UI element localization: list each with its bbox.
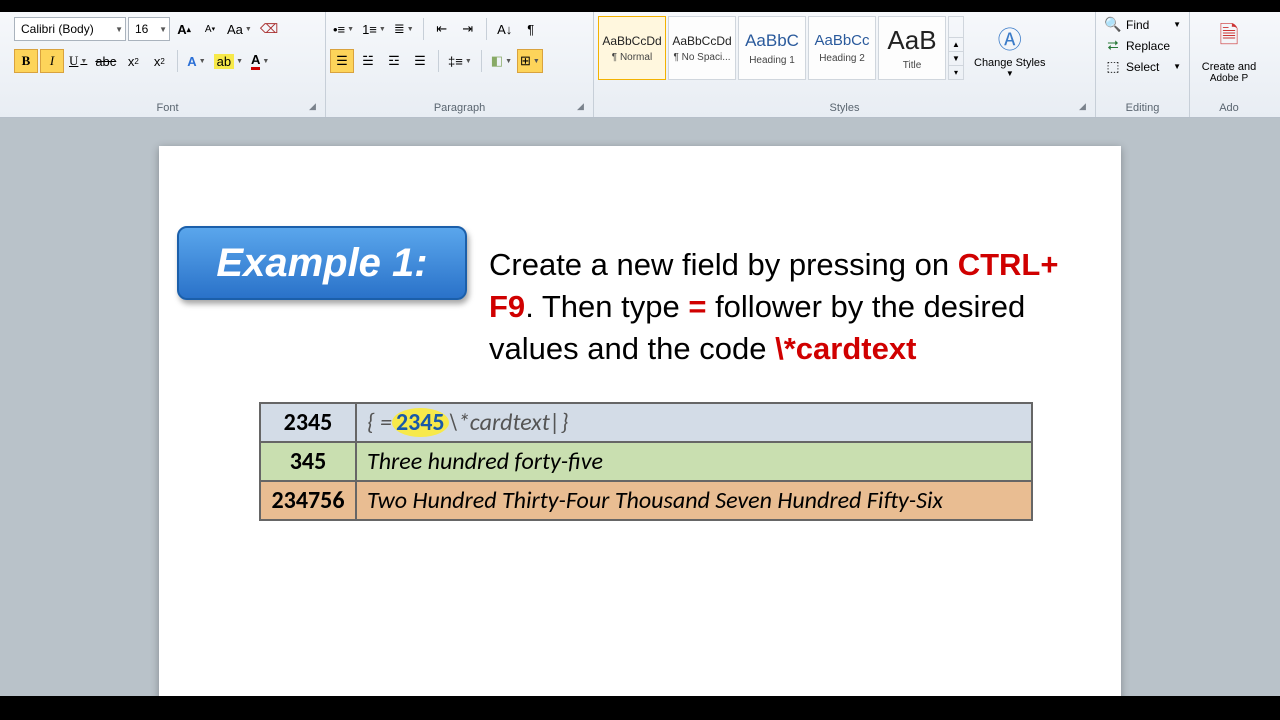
font-color-button[interactable]: A▼ (248, 49, 272, 73)
table-row[interactable]: 234756 Two Hundred Thirty-Four Thousand … (260, 481, 1032, 520)
align-right-button[interactable]: ☲ (382, 49, 406, 73)
cell-text: Two Hundred Thirty-Four Thousand Seven H… (356, 481, 1032, 520)
numbering-button[interactable]: 1≡▼ (359, 17, 389, 41)
italic-button[interactable]: I (40, 49, 64, 73)
show-marks-button[interactable]: ¶ (519, 17, 543, 41)
group-font-label: Font (14, 100, 321, 117)
grow-font-button[interactable]: A▴ (172, 17, 196, 41)
decrease-indent-button[interactable]: ⇤ (430, 17, 454, 41)
group-paragraph-label: Paragraph (330, 100, 589, 117)
borders-button[interactable]: ⊞▼ (517, 49, 543, 73)
table-row[interactable]: 345 Three hundred forty-five (260, 442, 1032, 481)
change-case-button[interactable]: Aa▼ (224, 17, 255, 41)
increase-indent-button[interactable]: ⇥ (456, 17, 480, 41)
bold-button[interactable]: B (14, 49, 38, 73)
select-button[interactable]: ⬚ Select ▼ (1100, 56, 1185, 77)
cell-number: 2345 (260, 403, 356, 442)
cell-text: Three hundred forty-five (356, 442, 1032, 481)
cardtext-table: 2345 { =2345\*cardtext|} 345 Three hundr… (259, 402, 1033, 521)
group-editing-label: Editing (1100, 100, 1185, 117)
change-styles-button[interactable]: Ⓐ Change Styles ▼ (968, 16, 1052, 82)
document-page[interactable]: Example 1: Create a new field by pressin… (159, 146, 1121, 696)
shading-button[interactable]: ◧▼ (488, 49, 515, 73)
group-adobe: 🗎 Create and Adobe P Ado (1190, 12, 1268, 117)
style-nospacing[interactable]: AaBbCcDd ¶ No Spaci... (668, 16, 736, 80)
font-family-combo[interactable]: Calibri (Body)▼ (14, 17, 126, 41)
style-gallery-more[interactable]: ▲▼▾ (948, 16, 964, 80)
table-row[interactable]: 2345 { =2345\*cardtext|} (260, 403, 1032, 442)
strike-button[interactable]: abc (92, 49, 119, 73)
pdf-icon: 🗎 (1219, 18, 1238, 59)
underline-button[interactable]: U▼ (66, 49, 90, 73)
group-styles: AaBbCcDd ¶ Normal AaBbCcDd ¶ No Spaci...… (594, 12, 1096, 117)
bullets-button[interactable]: •≡▼ (330, 17, 357, 41)
multilevel-button[interactable]: ≣▼ (391, 17, 417, 41)
shrink-font-button[interactable]: A▾ (198, 17, 222, 41)
style-gallery: AaBbCcDd ¶ Normal AaBbCcDd ¶ No Spaci...… (598, 16, 964, 80)
replace-icon: ⮂ (1104, 37, 1122, 54)
style-heading1[interactable]: AaBbC Heading 1 (738, 16, 806, 80)
font-size-value: 16 (135, 22, 148, 36)
example-badge: Example 1: (177, 226, 467, 300)
clear-format-button[interactable]: ⌫ (257, 17, 281, 41)
justify-button[interactable]: ☰ (408, 49, 432, 73)
line-spacing-button[interactable]: ‡≡▼ (445, 49, 475, 73)
align-left-button[interactable]: ☰ (330, 49, 354, 73)
find-button[interactable]: 🔍 Find ▼ (1100, 14, 1185, 35)
group-adobe-label: Ado (1194, 100, 1264, 117)
style-heading2[interactable]: AaBbCc Heading 2 (808, 16, 876, 80)
replace-button[interactable]: ⮂ Replace (1100, 35, 1185, 56)
cell-fieldcode: { =2345\*cardtext|} (356, 403, 1032, 442)
find-icon: 🔍 (1104, 16, 1122, 33)
create-pdf-button[interactable]: 🗎 Create and Adobe P (1194, 14, 1264, 88)
ribbon: Calibri (Body)▼ 16▼ A▴ A▾ Aa▼ ⌫ B I U▼ a… (0, 12, 1280, 118)
align-center-button[interactable]: ☱ (356, 49, 380, 73)
instruction-text: Create a new field by pressing on CTRL+ … (489, 244, 1091, 370)
select-icon: ⬚ (1104, 58, 1122, 75)
superscript-button[interactable]: x2 (147, 49, 171, 73)
change-styles-icon: Ⓐ (998, 20, 1022, 55)
style-normal[interactable]: AaBbCcDd ¶ Normal (598, 16, 666, 80)
group-paragraph: •≡▼ 1≡▼ ≣▼ ⇤ ⇥ A↓ ¶ ☰ ☱ ☲ ☰ ‡≡▼ ◧▼ ⊞▼ (326, 12, 594, 117)
subscript-button[interactable]: x2 (121, 49, 145, 73)
sort-button[interactable]: A↓ (493, 17, 517, 41)
text-effects-button[interactable]: A▼ (184, 49, 208, 73)
workspace: Example 1: Create a new field by pressin… (0, 118, 1280, 696)
styles-dialog-launcher[interactable]: ◢ (1079, 101, 1091, 113)
group-font: Calibri (Body)▼ 16▼ A▴ A▾ Aa▼ ⌫ B I U▼ a… (10, 12, 326, 117)
cell-number: 234756 (260, 481, 356, 520)
group-styles-label: Styles (598, 100, 1091, 117)
font-size-combo[interactable]: 16▼ (128, 17, 170, 41)
style-title[interactable]: AaB Title (878, 16, 946, 80)
font-dialog-launcher[interactable]: ◢ (309, 101, 321, 113)
paragraph-dialog-launcher[interactable]: ◢ (577, 101, 589, 113)
group-editing: 🔍 Find ▼ ⮂ Replace ⬚ Select ▼ Editing (1096, 12, 1190, 117)
font-family-value: Calibri (Body) (21, 22, 94, 36)
cell-number: 345 (260, 442, 356, 481)
highlight-button[interactable]: ab▼ (211, 49, 246, 73)
